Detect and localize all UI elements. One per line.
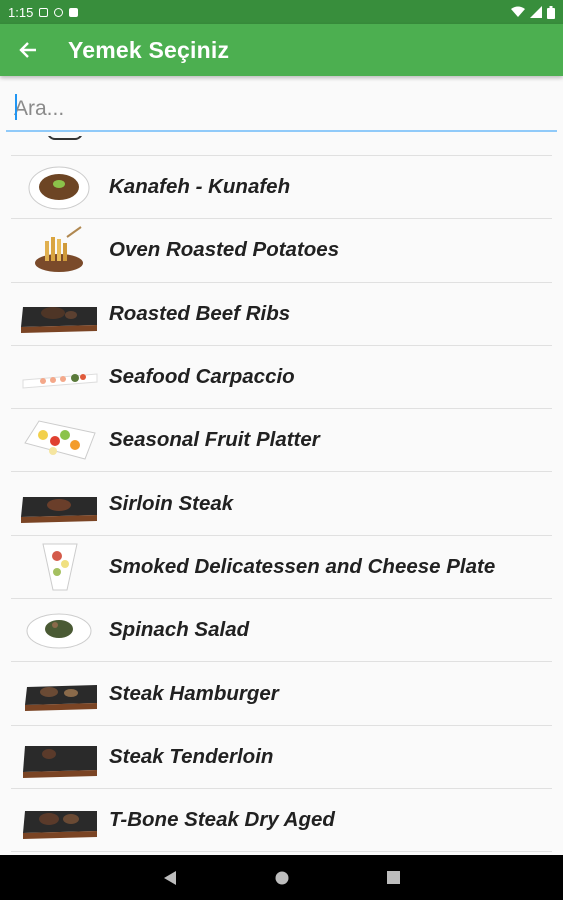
signal-icon bbox=[530, 6, 542, 18]
food-thumbnail bbox=[19, 413, 101, 467]
list-item-partial[interactable] bbox=[11, 136, 552, 156]
nav-back-icon[interactable] bbox=[163, 870, 177, 886]
status-right bbox=[511, 5, 555, 19]
list-item[interactable]: Kanafeh - Kunafeh bbox=[11, 156, 552, 220]
food-thumbnail bbox=[19, 667, 101, 721]
app-bar: Yemek Seçiniz bbox=[0, 24, 563, 76]
food-name: Steak Hamburger bbox=[109, 681, 279, 705]
food-name: Smoked Delicatessen and Cheese Plate bbox=[109, 554, 496, 578]
food-thumbnail bbox=[19, 287, 101, 341]
status-bar: 1:15 bbox=[0, 0, 563, 24]
battery-icon bbox=[547, 5, 555, 19]
sd-card-icon bbox=[69, 7, 79, 17]
list-item[interactable]: Steak Tenderloin bbox=[11, 726, 552, 789]
food-name: T-Bone Steak Dry Aged bbox=[109, 808, 335, 832]
list-item[interactable]: Sirloin Steak bbox=[11, 472, 552, 536]
food-thumbnail bbox=[19, 730, 101, 784]
food-list: Kanafeh - Kunafeh Oven Roasted Potatoes … bbox=[0, 136, 563, 855]
food-thumbnail bbox=[19, 603, 101, 657]
list-item[interactable]: Steak Hamburger bbox=[11, 662, 552, 726]
food-thumbnail bbox=[19, 223, 101, 277]
food-thumbnail bbox=[19, 350, 101, 404]
food-name: Spinach Salad bbox=[109, 618, 250, 642]
list-item[interactable]: Seafood Carpaccio bbox=[11, 346, 552, 410]
list-item[interactable]: T-Bone Steak Dry Aged bbox=[11, 789, 552, 853]
search-bar bbox=[0, 76, 563, 136]
list-item[interactable]: Roasted Beef Ribs bbox=[11, 283, 552, 346]
arrow-back-icon bbox=[19, 42, 36, 58]
search-input[interactable] bbox=[6, 76, 557, 132]
food-thumbnail bbox=[19, 793, 101, 847]
food-name: Sirloin Steak bbox=[109, 491, 234, 515]
back-button[interactable] bbox=[0, 24, 56, 76]
food-name: Seasonal Fruit Platter bbox=[109, 428, 320, 452]
food-thumbnail bbox=[19, 540, 101, 594]
food-name: Seafood Carpaccio bbox=[109, 365, 295, 389]
page-title: Yemek Seçiniz bbox=[68, 36, 230, 63]
wifi-icon bbox=[511, 6, 525, 17]
navigation-bar bbox=[0, 855, 563, 900]
food-thumbnail bbox=[19, 160, 101, 214]
nav-home-icon[interactable] bbox=[275, 871, 289, 885]
food-name: Steak Tenderloin bbox=[109, 744, 274, 768]
food-name: Roasted Beef Ribs bbox=[109, 301, 291, 325]
list-item[interactable]: Seasonal Fruit Platter bbox=[11, 409, 552, 473]
plate-thumbnail-edge bbox=[47, 136, 83, 140]
play-store-icon bbox=[54, 7, 64, 17]
list-item[interactable]: Smoked Delicatessen and Cheese Plate bbox=[11, 536, 552, 600]
food-thumbnail bbox=[19, 477, 101, 531]
status-time: 1:15 bbox=[8, 4, 34, 20]
status-left: 1:15 bbox=[8, 4, 79, 20]
text-cursor bbox=[15, 94, 17, 120]
list-item[interactable]: Spinach Salad bbox=[11, 599, 552, 663]
nav-recents-icon[interactable] bbox=[387, 871, 400, 884]
food-name: Oven Roasted Potatoes bbox=[109, 238, 340, 262]
food-list-inner: Kanafeh - Kunafeh Oven Roasted Potatoes … bbox=[0, 136, 563, 853]
food-name: Kanafeh - Kunafeh bbox=[109, 175, 291, 199]
notification-icon bbox=[39, 7, 49, 17]
list-item[interactable]: Oven Roasted Potatoes bbox=[11, 219, 552, 283]
